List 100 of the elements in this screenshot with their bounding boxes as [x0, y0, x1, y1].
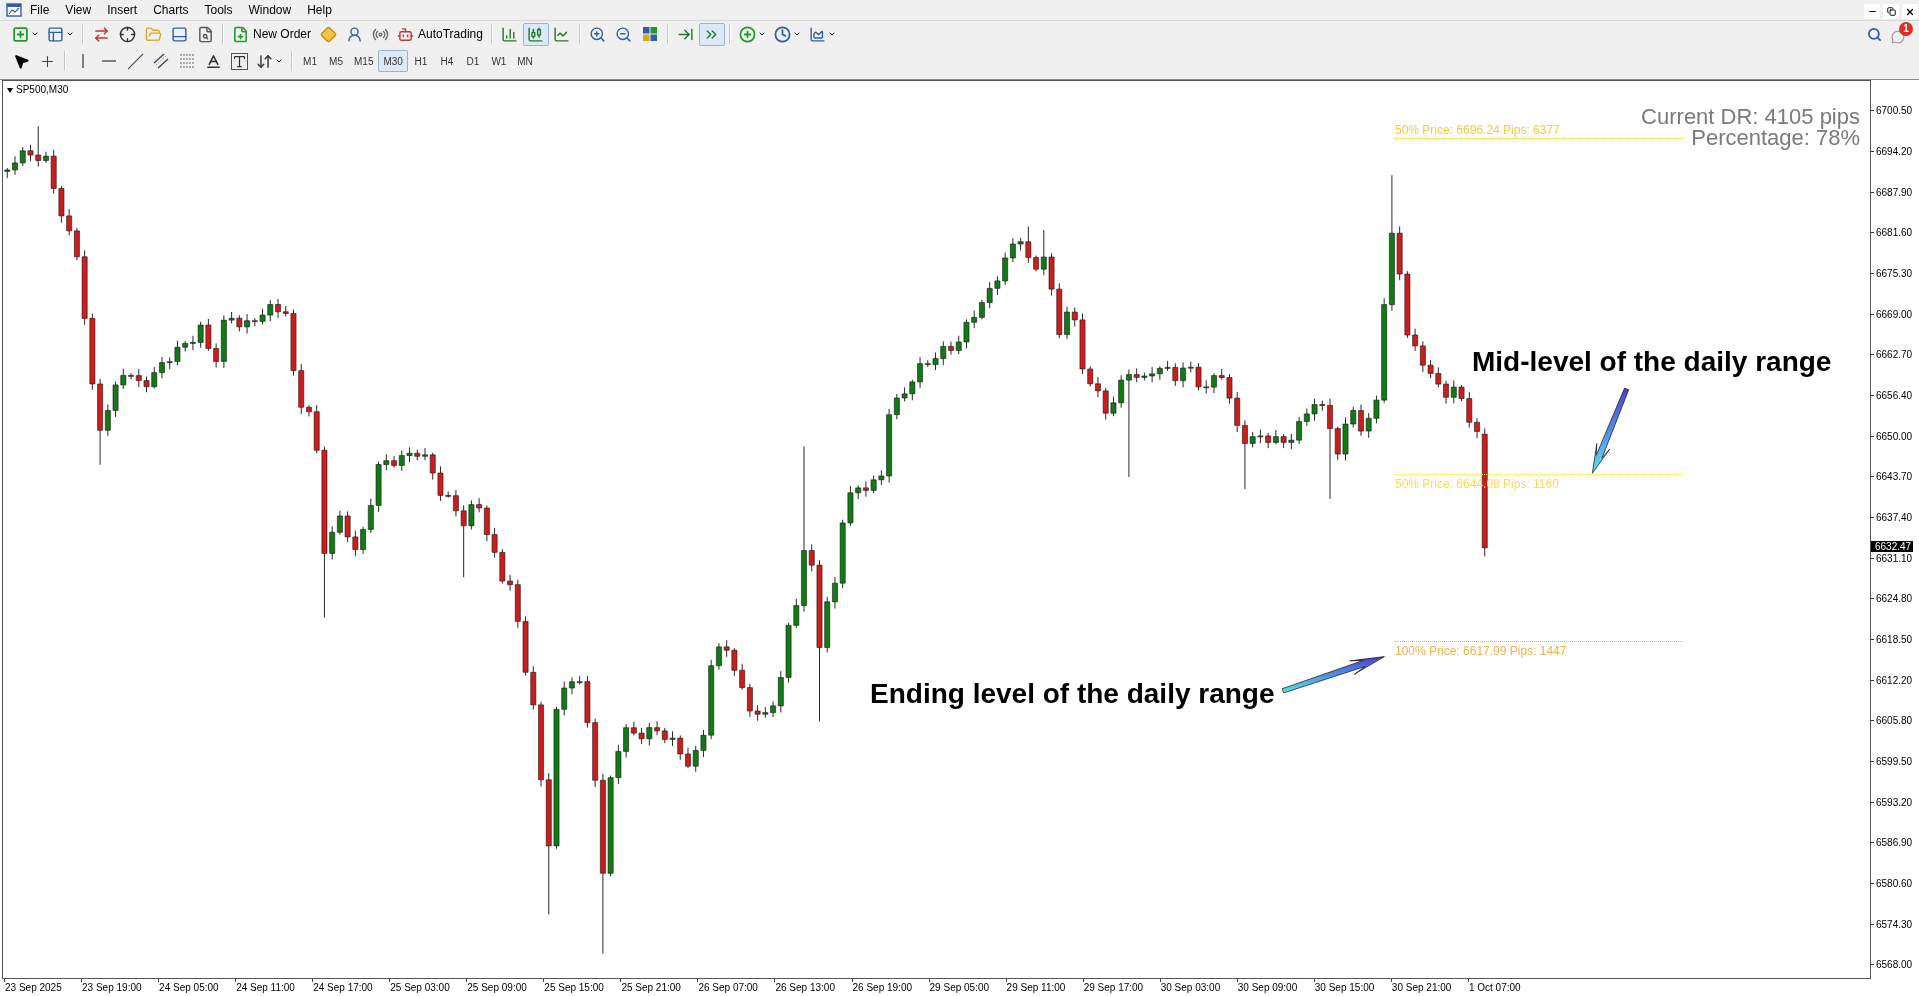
cursor-icon: [12, 52, 30, 70]
app-icon: [6, 2, 22, 18]
plus-icon: [12, 25, 29, 43]
diamond-icon: [319, 25, 337, 43]
tiles-icon: [641, 26, 658, 42]
price-label: 6637.40: [1876, 512, 1913, 524]
time-label: 25 Sep 21:00: [620, 982, 682, 994]
timeframe-button[interactable]: M1: [297, 50, 323, 72]
time-label: 29 Sep 05:00: [928, 982, 991, 994]
timeframe-button[interactable]: MN: [511, 50, 538, 72]
time-label: 25 Sep 03:00: [389, 982, 451, 994]
price-label: 6687.90: [1876, 186, 1913, 198]
caret-icon: [757, 30, 766, 38]
timeframe-button[interactable]: H4: [433, 50, 460, 72]
menu-item[interactable]: Tools: [196, 1, 241, 19]
menu-item[interactable]: Window: [240, 1, 300, 19]
price-label: 6631.10: [1876, 552, 1913, 564]
timeframe-button[interactable]: M15: [349, 50, 379, 72]
price-label: 6694.20: [1876, 146, 1913, 158]
crosshair-icon: [118, 25, 136, 43]
search-button[interactable]: [1865, 25, 1883, 43]
time-label: 24 Sep 05:00: [158, 982, 220, 994]
time-label: 30 Sep 15:00: [1313, 982, 1376, 994]
close-icon: [1905, 6, 1915, 17]
price-label: 6574.30: [1876, 918, 1913, 930]
annotation-text: Ending level of the daily range: [870, 678, 1275, 710]
plus-icon: [738, 25, 756, 43]
auto-trading-button[interactable]: AutoTrading: [393, 22, 487, 46]
trend-line-icon: [126, 52, 144, 70]
horizontal-levels-icon: [179, 53, 195, 69]
price-label: 6681.60: [1876, 227, 1913, 239]
price-label: 6605.80: [1876, 715, 1913, 727]
price-label: 6618.50: [1876, 634, 1913, 645]
arrows-icon: [92, 25, 110, 43]
new-order-button[interactable]: New Order: [228, 22, 315, 46]
restore-icon: [1886, 7, 1896, 16]
search-icon: [1866, 26, 1882, 42]
time-label: 30 Sep 21:00: [1390, 982, 1453, 994]
timeframe-button[interactable]: W1: [485, 50, 512, 72]
range-info-text: Current DR: 4105 pips: [1641, 106, 1860, 127]
panel-icon: [170, 25, 188, 43]
triangle-icon: [7, 87, 13, 93]
time-label: 30 Sep 09:00: [1236, 982, 1299, 994]
arrow-icon: [1281, 656, 1385, 694]
time-label: 26 Sep 07:00: [697, 982, 759, 994]
price-label: 6624.80: [1876, 593, 1913, 605]
clock-icon: [773, 25, 791, 43]
notification-count: 1: [1899, 22, 1913, 36]
chart-title: SP500,M30: [16, 84, 69, 96]
timeframe-button[interactable]: D1: [459, 50, 486, 72]
template-icon: [808, 25, 826, 43]
current-price-label: 6632.47: [1871, 541, 1914, 552]
level-label: 100% Price: 6617.99 Pips: 1447: [1395, 644, 1567, 658]
menu-item[interactable]: File: [22, 1, 58, 19]
line-chart-icon: [553, 25, 571, 43]
restore-button[interactable]: [1883, 4, 1899, 19]
close-button[interactable]: [1902, 4, 1918, 19]
menu-item[interactable]: Help: [299, 1, 340, 19]
price-label: 6612.20: [1876, 674, 1913, 686]
zoom-in-icon: [589, 25, 607, 43]
range-info-text: Percentage: 78%: [1691, 127, 1860, 148]
zoom-out-icon: [615, 25, 633, 43]
time-label: 1 Oct 07:00: [1467, 982, 1522, 994]
minimize-button[interactable]: [1864, 4, 1880, 19]
menu-item[interactable]: Insert: [99, 1, 146, 19]
price-label: 6568.00: [1876, 959, 1913, 971]
price-label: 6593.20: [1876, 796, 1913, 808]
price-label: 6656.40: [1876, 390, 1913, 402]
menu-item[interactable]: View: [57, 1, 100, 19]
file-plus-icon: [232, 25, 249, 43]
menu-item[interactable]: Charts: [145, 1, 197, 19]
file-search-icon: [196, 25, 214, 43]
level-label: 50% Price: 6696.24 Pips: 6377: [1395, 123, 1560, 137]
chart-view-toggle[interactable]: [698, 22, 725, 46]
arrow-icon: [1592, 387, 1630, 474]
caret-icon: [827, 30, 836, 38]
timeframe-button[interactable]: H1: [407, 50, 434, 72]
time-label: 25 Sep 15:00: [543, 982, 605, 994]
price-label: 6650.00: [1876, 430, 1913, 442]
parallel-lines-icon: [153, 53, 169, 69]
timeframe-button[interactable]: M30: [378, 50, 408, 72]
price-label: 6643.70: [1876, 471, 1913, 483]
caret-icon: [66, 30, 74, 38]
price-label: 6700.50: [1876, 105, 1913, 117]
person-icon: [345, 25, 363, 43]
bar-chart-icon: [501, 25, 519, 43]
chat-icon: [1891, 30, 1905, 44]
robot-icon: [397, 25, 414, 43]
time-label: 25 Sep 09:00: [466, 982, 528, 994]
messages-button[interactable]: 1: [1891, 24, 1913, 44]
timeframe-button[interactable]: M5: [323, 50, 349, 72]
price-label: 6580.60: [1876, 877, 1913, 889]
time-label: 24 Sep 17:00: [312, 982, 374, 994]
chart-type-button[interactable]: [522, 22, 549, 46]
time-label: 23 Sep 19:00: [81, 982, 143, 994]
time-label: 23 Sep 2025: [4, 982, 63, 994]
price-label: 6599.50: [1876, 756, 1913, 767]
text-label-icon: [230, 52, 248, 70]
caret-icon: [275, 57, 283, 65]
candlestick-icon: [527, 25, 545, 43]
